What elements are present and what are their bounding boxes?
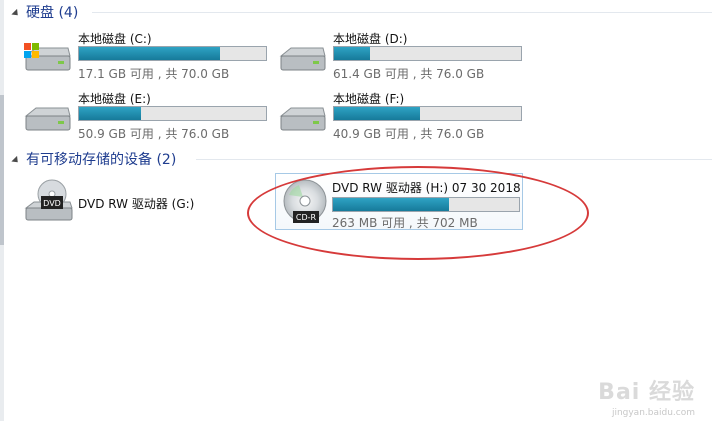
group-title: 硬盘 (4) <box>26 5 79 21</box>
drive-free-space: 17.1 GB 可用 , 共 70.0 GB <box>78 67 230 81</box>
capacity-bar-fill <box>334 107 421 120</box>
drive-name: 本地磁盘 (D:) <box>333 32 408 46</box>
group-header-removable[interactable]: 有可移动存储的设备 (2) <box>11 150 177 168</box>
capacity-bar-fill <box>79 47 221 60</box>
drive-name: 本地磁盘 (C:) <box>78 32 152 46</box>
annotation-oval <box>247 166 589 260</box>
drive-item-f[interactable]: 本地磁盘 (F:) 40.9 GB 可用 , 共 76.0 GB <box>277 90 527 142</box>
scrollbar-thumb[interactable] <box>0 95 4 245</box>
capacity-bar-fill <box>79 107 141 120</box>
drive-name: DVD RW 驱动器 (G:) <box>78 197 195 211</box>
drive-item-e[interactable]: 本地磁盘 (E:) 50.9 GB 可用 , 共 76.0 GB <box>22 90 272 142</box>
drive-name: 本地磁盘 (F:) <box>333 92 405 106</box>
hard-drive-icon <box>279 47 326 71</box>
watermark-logo: Bai 经验 <box>598 380 695 405</box>
drive-free-space: 61.4 GB 可用 , 共 76.0 GB <box>333 67 485 81</box>
hard-drive-icon <box>279 107 326 131</box>
capacity-bar <box>333 106 522 121</box>
disc-badge: DVD <box>43 199 61 208</box>
group-divider <box>92 12 712 13</box>
watermark-url: jingyan.baidu.com <box>611 408 695 418</box>
group-title: 有可移动存储的设备 (2) <box>26 152 177 168</box>
drive-free-space: 40.9 GB 可用 , 共 76.0 GB <box>333 127 485 141</box>
group-divider <box>196 159 712 160</box>
watermark: Bai 经验 jingyan.baidu.com <box>598 374 695 418</box>
collapse-arrow-icon[interactable] <box>11 155 21 165</box>
drive-free-space: 50.9 GB 可用 , 共 76.0 GB <box>78 127 230 141</box>
drive-item-g[interactable]: DVD DVD RW 驱动器 (G:) <box>22 178 242 228</box>
collapse-arrow-icon[interactable] <box>11 8 21 18</box>
capacity-bar-fill <box>334 47 370 60</box>
capacity-bar <box>333 46 522 61</box>
capacity-bar <box>78 46 267 61</box>
drive-item-d[interactable]: 本地磁盘 (D:) 61.4 GB 可用 , 共 76.0 GB <box>277 30 527 82</box>
capacity-bar <box>78 106 267 121</box>
hard-drive-icon <box>24 107 71 131</box>
dvd-drive-icon: DVD <box>24 179 73 221</box>
windows-drive-icon <box>24 43 71 71</box>
group-header-hard-disks[interactable]: 硬盘 (4) <box>11 3 79 21</box>
drive-name: 本地磁盘 (E:) <box>78 92 151 106</box>
drive-item-c[interactable]: 本地磁盘 (C:) 17.1 GB 可用 , 共 70.0 GB <box>22 30 272 82</box>
